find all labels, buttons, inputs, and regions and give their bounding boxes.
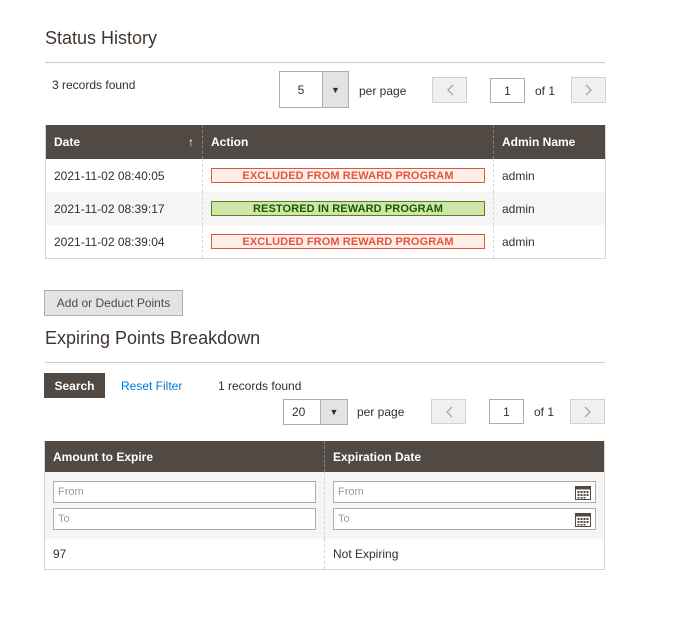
expiring-per-page-select[interactable]: 20 ▼ <box>283 399 348 425</box>
column-header-action[interactable]: Action <box>203 125 494 159</box>
add-deduct-points-button[interactable]: Add or Deduct Points <box>44 290 183 316</box>
status-history-prev-button[interactable] <box>432 77 467 103</box>
table-row: 2021-11-02 08:39:17 RESTORED IN REWARD P… <box>46 192 605 225</box>
per-page-label: per page <box>357 405 405 419</box>
expiring-records-found: 1 records found <box>218 379 302 393</box>
chevron-left-icon <box>445 406 452 417</box>
cell-admin: admin <box>502 234 535 249</box>
expiring-prev-button[interactable] <box>431 399 466 424</box>
search-button[interactable]: Search <box>44 373 105 398</box>
amount-from-input[interactable]: From <box>53 481 316 503</box>
triangle-down-icon[interactable]: ▼ <box>320 400 347 424</box>
expiring-points-rule <box>45 362 605 363</box>
amount-to-input[interactable]: To <box>53 508 316 530</box>
expiring-page-input[interactable]: 1 <box>489 399 524 424</box>
status-badge: EXCLUDED FROM REWARD PROGRAM <box>211 234 485 249</box>
calendar-icon[interactable] <box>575 512 591 527</box>
date-to-input[interactable]: To <box>333 508 596 530</box>
cell-admin: admin <box>502 168 535 183</box>
column-header-amount[interactable]: Amount to Expire <box>45 441 325 472</box>
status-history-page-input[interactable]: 1 <box>490 78 525 103</box>
chevron-left-icon <box>446 84 453 96</box>
table-row: 97 Not Expiring <box>45 539 604 569</box>
per-page-value: 5 <box>297 82 305 97</box>
cell-action: EXCLUDED FROM REWARD PROGRAM <box>203 159 494 192</box>
expiring-of-pages: of 1 <box>534 405 555 419</box>
status-badge: EXCLUDED FROM REWARD PROGRAM <box>211 168 485 183</box>
status-history-of-pages: of 1 <box>535 84 556 98</box>
per-page-value: 20 <box>292 405 306 419</box>
cell-action: EXCLUDED FROM REWARD PROGRAM <box>203 225 494 258</box>
expiring-points-title: Expiring Points Breakdown <box>45 328 261 348</box>
status-history-table: Date ↑ Action Admin Name 2021-11-02 08:4… <box>45 125 606 259</box>
column-header-expiration-date[interactable]: Expiration Date <box>325 441 604 472</box>
reset-filter-link[interactable]: Reset Filter <box>121 379 182 393</box>
table-row: 2021-11-02 08:40:05 EXCLUDED FROM REWARD… <box>46 159 605 192</box>
cell-amount: 97 <box>45 539 325 569</box>
status-history-records-found: 3 records found <box>52 78 136 92</box>
cell-date: 2021-11-02 08:39:17 <box>46 192 203 225</box>
date-from-input[interactable]: From <box>333 481 596 503</box>
table-header: Amount to Expire Expiration Date <box>45 441 604 472</box>
cell-admin: admin <box>502 201 535 216</box>
cell-action: RESTORED IN REWARD PROGRAM <box>203 192 494 225</box>
cell-date: 2021-11-02 08:40:05 <box>46 159 203 192</box>
status-history-per-page-select[interactable]: 5 ▼ <box>279 71 349 108</box>
filter-row: From To From To <box>45 472 604 539</box>
table-row: 2021-11-02 08:39:04 EXCLUDED FROM REWARD… <box>46 225 605 258</box>
status-history-rule <box>45 62 605 63</box>
cell-expiration: Not Expiring <box>333 547 399 561</box>
date-filter-cell: From To <box>325 472 604 539</box>
chevron-right-icon <box>584 406 591 417</box>
amount-filter-cell: From To <box>45 472 325 539</box>
chevron-right-icon <box>585 84 592 96</box>
triangle-down-icon[interactable]: ▼ <box>322 72 348 107</box>
calendar-icon[interactable] <box>575 485 591 500</box>
column-header-date[interactable]: Date ↑ <box>46 125 203 159</box>
table-header: Date ↑ Action Admin Name <box>46 125 605 159</box>
per-page-label: per page <box>359 84 407 98</box>
status-history-next-button[interactable] <box>571 77 606 103</box>
sort-arrow-icon: ↑ <box>188 135 194 149</box>
status-history-title: Status History <box>45 28 158 48</box>
cell-date: 2021-11-02 08:39:04 <box>46 225 203 258</box>
column-header-admin-name[interactable]: Admin Name <box>494 125 605 159</box>
status-badge: RESTORED IN REWARD PROGRAM <box>211 201 485 216</box>
expiring-points-table: Amount to Expire Expiration Date From To… <box>44 441 605 570</box>
expiring-next-button[interactable] <box>570 399 605 424</box>
